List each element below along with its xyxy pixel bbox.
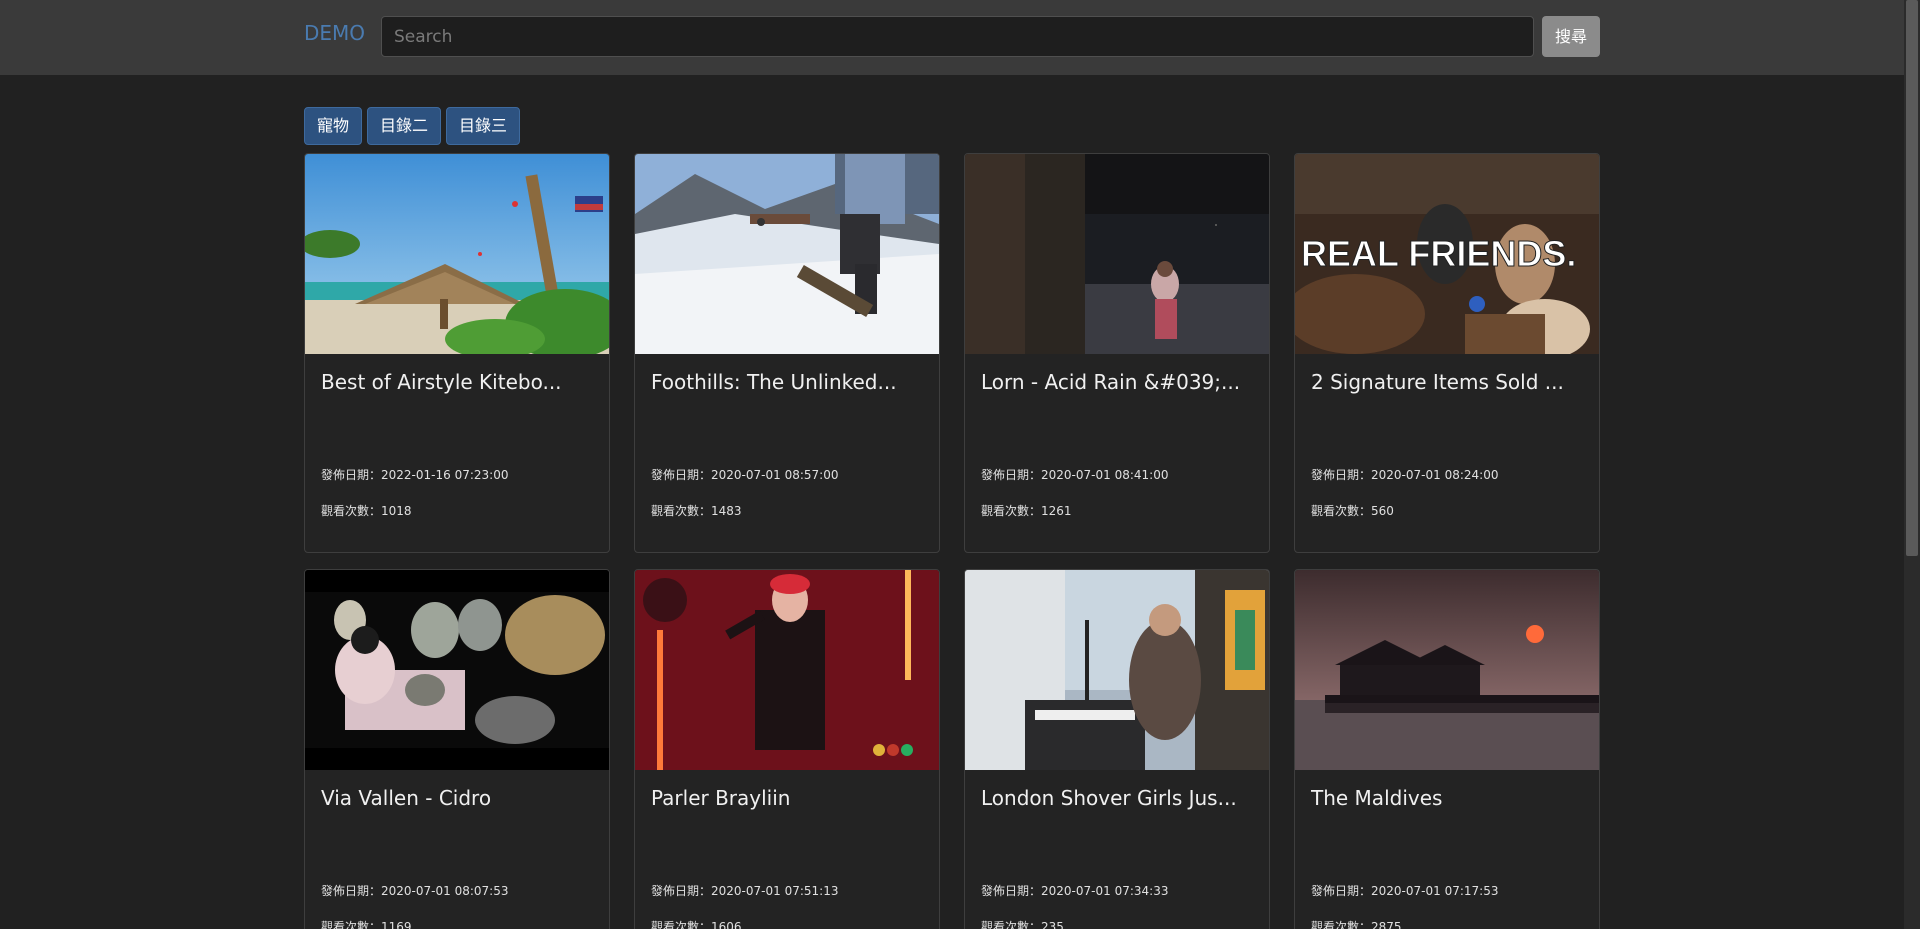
video-thumbnail[interactable] [1295,570,1599,770]
thumbnail-text: REAL FRIENDS. [1301,233,1576,274]
views-label: 觀看次數： [651,920,712,929]
publish-date: 發佈日期：2020-07-01 08:24:00 [1311,466,1498,483]
video-title[interactable]: Best of Airstyle Kitebo... [321,368,593,396]
video-thumbnail[interactable] [305,154,609,354]
category-button-two[interactable]: 目錄二 [367,107,442,145]
date-value: 2020-07-01 08:57:00 [711,468,839,482]
date-value: 2022-01-16 07:23:00 [381,468,509,482]
view-count: 觀看次數：235 [981,918,1064,929]
video-card[interactable]: London Shover Girls Jus... 發佈日期：2020-07-… [964,569,1270,929]
view-count: 觀看次數：560 [1311,502,1394,519]
publish-date: 發佈日期：2020-07-01 07:34:33 [981,882,1168,899]
date-label: 發佈日期： [981,884,1042,898]
video-title[interactable]: 2 Signature Items Sold ... [1311,368,1583,396]
views-label: 觀看次數： [981,504,1042,518]
category-bar: 寵物 目錄二 目錄三 [304,107,521,145]
video-card[interactable]: Best of Airstyle Kitebo... 發佈日期：2022-01-… [304,153,610,553]
date-value: 2020-07-01 07:17:53 [1371,884,1499,898]
views-label: 觀看次數： [981,920,1042,929]
publish-date: 發佈日期：2022-01-16 07:23:00 [321,466,508,483]
video-title[interactable]: London Shover Girls Jus... [981,784,1253,812]
date-value: 2020-07-01 07:51:13 [711,884,839,898]
publish-date: 發佈日期：2020-07-01 08:41:00 [981,466,1168,483]
view-count: 觀看次數：1018 [321,502,412,519]
date-value: 2020-07-01 08:41:00 [1041,468,1169,482]
publish-date: 發佈日期：2020-07-01 08:57:00 [651,466,838,483]
view-count: 觀看次數：1606 [651,918,742,929]
category-button-three[interactable]: 目錄三 [446,107,521,145]
date-label: 發佈日期： [1311,468,1372,482]
category-button-pets[interactable]: 寵物 [304,107,363,145]
views-value: 1261 [1041,504,1072,518]
date-value: 2020-07-01 08:24:00 [1371,468,1499,482]
video-thumbnail[interactable] [635,154,939,354]
views-label: 觀看次數： [321,920,382,929]
date-label: 發佈日期： [1311,884,1372,898]
publish-date: 發佈日期：2020-07-01 07:51:13 [651,882,838,899]
views-label: 觀看次數： [321,504,382,518]
view-count: 觀看次數：2875 [1311,918,1402,929]
view-count: 觀看次數：1169 [321,918,412,929]
video-title[interactable]: Foothills: The Unlinked... [651,368,923,396]
video-card[interactable]: Foothills: The Unlinked... 發佈日期：2020-07-… [634,153,940,553]
view-count: 觀看次數：1483 [651,502,742,519]
date-label: 發佈日期： [321,468,382,482]
page-scrollbar[interactable] [1904,0,1920,929]
date-label: 發佈日期： [981,468,1042,482]
views-label: 觀看次數： [1311,504,1372,518]
video-card[interactable]: REAL FRIENDS. 2 Signature Items Sold ...… [1294,153,1600,553]
scrollbar-thumb[interactable] [1906,0,1918,556]
video-title[interactable]: Via Vallen - Cidro [321,784,593,812]
views-value: 2875 [1371,920,1402,929]
views-value: 1606 [711,920,742,929]
video-title[interactable]: Lorn - Acid Rain &#039;... [981,368,1253,396]
video-thumbnail[interactable] [635,570,939,770]
date-value: 2020-07-01 08:07:53 [381,884,509,898]
video-card[interactable]: Parler Brayliin 發佈日期：2020-07-01 07:51:13… [634,569,940,929]
video-thumbnail[interactable] [965,154,1269,354]
views-value: 560 [1371,504,1394,518]
search-button[interactable]: 搜尋 [1542,16,1600,57]
publish-date: 發佈日期：2020-07-01 08:07:53 [321,882,508,899]
date-label: 發佈日期： [321,884,382,898]
search-input[interactable] [381,16,1534,57]
views-value: 1018 [381,504,412,518]
views-label: 觀看次數： [1311,920,1372,929]
video-title[interactable]: Parler Brayliin [651,784,923,812]
brand-link[interactable]: DEMO [304,20,365,46]
video-card[interactable]: The Maldives 發佈日期：2020-07-01 07:17:53 觀看… [1294,569,1600,929]
views-label: 觀看次數： [651,504,712,518]
views-value: 235 [1041,920,1064,929]
navbar: DEMO 搜尋 [0,0,1904,75]
video-thumbnail[interactable]: REAL FRIENDS. [1295,154,1599,354]
video-title[interactable]: The Maldives [1311,784,1583,812]
video-card[interactable]: Lorn - Acid Rain &#039;... 發佈日期：2020-07-… [964,153,1270,553]
views-value: 1169 [381,920,412,929]
view-count: 觀看次數：1261 [981,502,1072,519]
date-value: 2020-07-01 07:34:33 [1041,884,1169,898]
video-card[interactable]: Via Vallen - Cidro 發佈日期：2020-07-01 08:07… [304,569,610,929]
date-label: 發佈日期： [651,884,712,898]
video-thumbnail[interactable] [305,570,609,770]
publish-date: 發佈日期：2020-07-01 07:17:53 [1311,882,1498,899]
video-thumbnail[interactable] [965,570,1269,770]
date-label: 發佈日期： [651,468,712,482]
views-value: 1483 [711,504,742,518]
